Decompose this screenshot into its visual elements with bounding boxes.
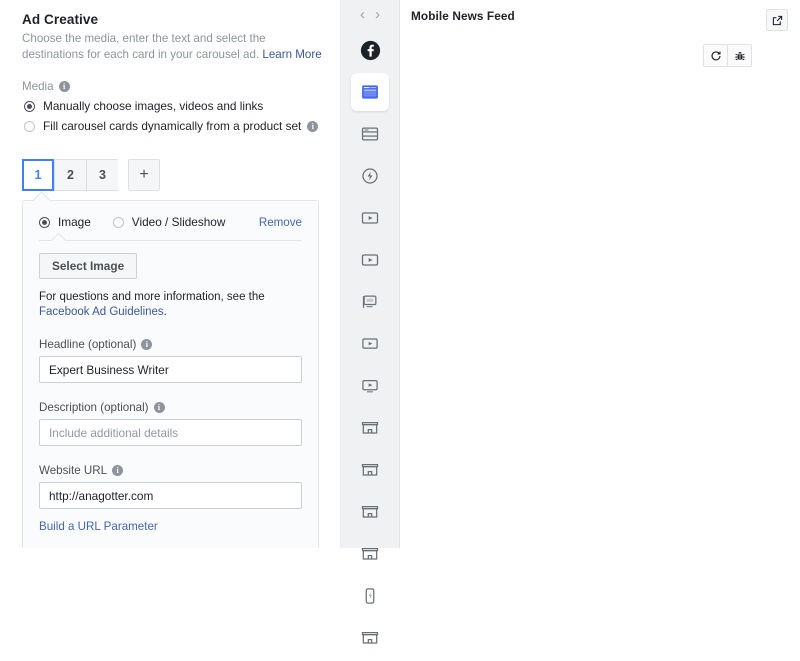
website-url-label-text: Website URL bbox=[39, 464, 108, 477]
bug-icon bbox=[734, 51, 745, 60]
facebook-ad-guidelines-link[interactable]: Facebook Ad Guidelines bbox=[39, 306, 164, 318]
in-stream-video-icon bbox=[361, 212, 379, 224]
card-tab-2[interactable]: 2 bbox=[54, 159, 86, 191]
info-icon[interactable]: i bbox=[153, 402, 165, 413]
rail-item-desktop-news-feed[interactable] bbox=[351, 115, 389, 153]
suggested-video-icon bbox=[362, 338, 378, 349]
media-option-manual-label: Manually choose images, videos and links bbox=[43, 99, 264, 113]
rail-item-marketplace-1[interactable] bbox=[351, 409, 389, 447]
instant-article-icon bbox=[362, 168, 378, 184]
page-title: Ad Creative bbox=[22, 12, 99, 27]
radio-image-label: Image bbox=[58, 215, 91, 229]
open-in-new-window-icon bbox=[772, 15, 782, 25]
remove-card-link[interactable]: Remove bbox=[259, 216, 302, 229]
card-tab-3[interactable]: 3 bbox=[86, 159, 118, 191]
card-tab-1[interactable]: 1 bbox=[22, 159, 54, 191]
rail-item-marketplace-3[interactable] bbox=[351, 493, 389, 531]
guidelines-helper-prefix: For questions and more information, see … bbox=[39, 291, 265, 303]
mobile-news-feed-icon bbox=[362, 85, 378, 99]
marketplace-icon bbox=[361, 547, 379, 560]
section-description-text: Choose the media, enter the text and sel… bbox=[22, 32, 266, 61]
rail-item-marketplace-4[interactable] bbox=[351, 535, 389, 573]
chevron-left-icon[interactable]: ‹ bbox=[360, 7, 365, 22]
ad-creative-form-panel: Ad Creative Choose the media, enter the … bbox=[0, 0, 341, 548]
card-editor-header: Image Video / Slideshow Remove bbox=[39, 215, 302, 229]
build-url-parameter-link[interactable]: Build a URL Parameter bbox=[39, 520, 158, 533]
preview-title: Mobile News Feed bbox=[411, 9, 515, 23]
media-label: Media i bbox=[22, 80, 325, 93]
editor-divider bbox=[39, 232, 302, 249]
media-option-manual[interactable]: Manually choose images, videos and links bbox=[24, 99, 325, 113]
ads-manager-window: Ad Creative Choose the media, enter the … bbox=[0, 0, 800, 644]
rail-item-mobile-news-feed[interactable] bbox=[351, 73, 389, 111]
refresh-icon bbox=[711, 50, 721, 60]
info-icon[interactable]: i bbox=[141, 339, 153, 350]
marketplace-icon bbox=[361, 463, 379, 476]
preview-panel: Mobile News Feed bbox=[400, 0, 800, 548]
media-option-dynamic[interactable]: Fill carousel cards dynamically from a p… bbox=[24, 119, 325, 133]
add-card-button[interactable]: + bbox=[128, 159, 160, 191]
desktop-news-feed-icon bbox=[361, 127, 379, 141]
divider-notch bbox=[50, 232, 67, 249]
rail-nav: ‹ › bbox=[341, 0, 399, 22]
rail-item-video-feeds[interactable] bbox=[351, 241, 389, 279]
learn-more-link[interactable]: Learn More bbox=[262, 48, 321, 61]
description-input[interactable] bbox=[39, 419, 302, 446]
rail-item-instant-article[interactable] bbox=[351, 157, 389, 195]
preview-tool-group bbox=[703, 44, 752, 67]
instream-video-desktop-icon bbox=[362, 379, 378, 393]
rail-item-marketplace-5[interactable] bbox=[351, 619, 389, 657]
media-option-dynamic-label: Fill carousel cards dynamically from a p… bbox=[43, 119, 302, 133]
section-description: Choose the media, enter the text and sel… bbox=[22, 31, 322, 62]
website-url-input[interactable] bbox=[39, 482, 302, 509]
headline-label-text: Headline (optional) bbox=[39, 338, 137, 351]
radio-video-slideshow-label: Video / Slideshow bbox=[131, 215, 226, 229]
debug-button[interactable] bbox=[727, 45, 751, 66]
rail-icon-list bbox=[341, 31, 399, 661]
preview-toolbar bbox=[400, 31, 800, 67]
radio-dynamic[interactable] bbox=[24, 120, 35, 132]
rail-item-suggested-video[interactable] bbox=[351, 325, 389, 363]
headline-label: Headline (optional) i bbox=[39, 338, 302, 351]
facebook-logo-icon bbox=[360, 40, 380, 60]
info-icon[interactable]: i bbox=[58, 81, 70, 92]
description-label-text: Description (optional) bbox=[39, 401, 149, 414]
rail-item-facebook[interactable] bbox=[351, 31, 389, 69]
info-icon[interactable]: i bbox=[112, 465, 124, 476]
rail-item-marketplace-2[interactable] bbox=[351, 451, 389, 489]
marketplace-icon bbox=[361, 421, 379, 434]
carousel-card-tabs: 1 2 3 + bbox=[22, 159, 325, 191]
rail-item-in-stream-video[interactable] bbox=[351, 199, 389, 237]
card-editor-panel: Image Video / Slideshow Remove Select Im… bbox=[22, 191, 319, 548]
placement-preview-rail: ‹ › bbox=[341, 0, 400, 644]
panel-notch bbox=[32, 191, 51, 210]
video-feeds-icon bbox=[361, 254, 379, 266]
guidelines-helper-suffix: . bbox=[163, 306, 167, 318]
right-column-icon bbox=[362, 295, 377, 308]
radio-image[interactable] bbox=[39, 216, 50, 228]
rail-item-instream-video-desktop[interactable] bbox=[351, 367, 389, 405]
description-label: Description (optional) i bbox=[39, 401, 302, 414]
media-label-text: Media bbox=[22, 80, 54, 93]
chevron-right-icon[interactable]: › bbox=[375, 7, 380, 22]
open-in-new-window-button[interactable] bbox=[766, 9, 788, 31]
guidelines-helper-text: For questions and more information, see … bbox=[39, 290, 302, 320]
rail-item-stories[interactable] bbox=[351, 577, 389, 615]
info-icon[interactable]: i bbox=[307, 120, 319, 132]
select-image-button[interactable]: Select Image bbox=[39, 253, 138, 279]
headline-input[interactable] bbox=[39, 356, 302, 383]
radio-video-slideshow[interactable] bbox=[112, 216, 124, 228]
stories-icon bbox=[365, 588, 375, 604]
rail-item-right-column[interactable] bbox=[351, 283, 389, 321]
preview-header: Mobile News Feed bbox=[400, 0, 800, 31]
website-url-label: Website URL i bbox=[39, 464, 302, 477]
marketplace-icon bbox=[361, 631, 379, 644]
radio-manual[interactable] bbox=[24, 100, 35, 112]
refresh-button[interactable] bbox=[704, 45, 727, 66]
marketplace-icon bbox=[361, 505, 379, 518]
